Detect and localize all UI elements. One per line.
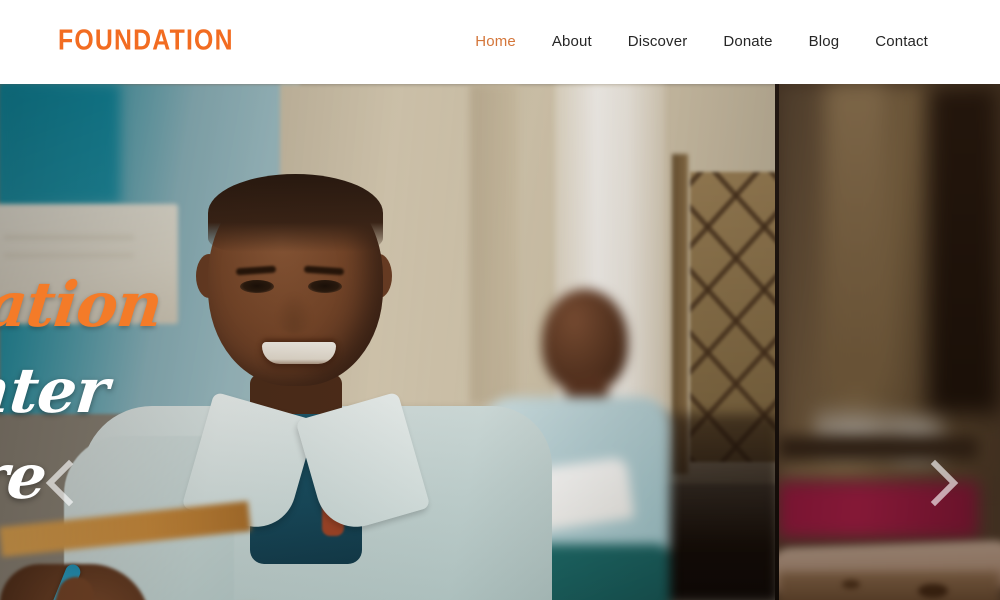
main-navigation: Home About Discover Donate Blog Contact <box>457 0 946 84</box>
boy-nose <box>276 294 312 334</box>
nav-item-about[interactable]: About <box>534 0 610 84</box>
chevron-right-icon <box>930 459 959 507</box>
nav-item-contact[interactable]: Contact <box>857 0 946 84</box>
boy-eye-left <box>240 280 274 293</box>
site-header: FOUNDATION Home About Discover Donate Bl… <box>0 0 1000 84</box>
slide-divider <box>775 84 779 600</box>
hero-slide-current[interactable] <box>0 84 778 600</box>
nav-item-blog[interactable]: Blog <box>791 0 858 84</box>
hero-carousel: Education Brighter Future <box>0 84 1000 600</box>
chevron-left-icon <box>45 459 74 507</box>
boy-eye-right <box>308 280 342 293</box>
carousel-next-button[interactable] <box>920 456 966 510</box>
hero-slide-next-preview[interactable] <box>778 84 1000 600</box>
nav-item-donate[interactable]: Donate <box>705 0 790 84</box>
page-root: FOUNDATION Home About Discover Donate Bl… <box>0 0 1000 600</box>
carousel-prev-button[interactable] <box>38 456 84 510</box>
boy-smile <box>262 342 336 364</box>
nav-item-discover[interactable]: Discover <box>610 0 706 84</box>
next-slide-dim-overlay <box>778 84 1000 600</box>
site-logo[interactable]: FOUNDATION <box>58 26 234 55</box>
nav-item-home[interactable]: Home <box>457 0 534 84</box>
boy-hair <box>208 174 383 252</box>
